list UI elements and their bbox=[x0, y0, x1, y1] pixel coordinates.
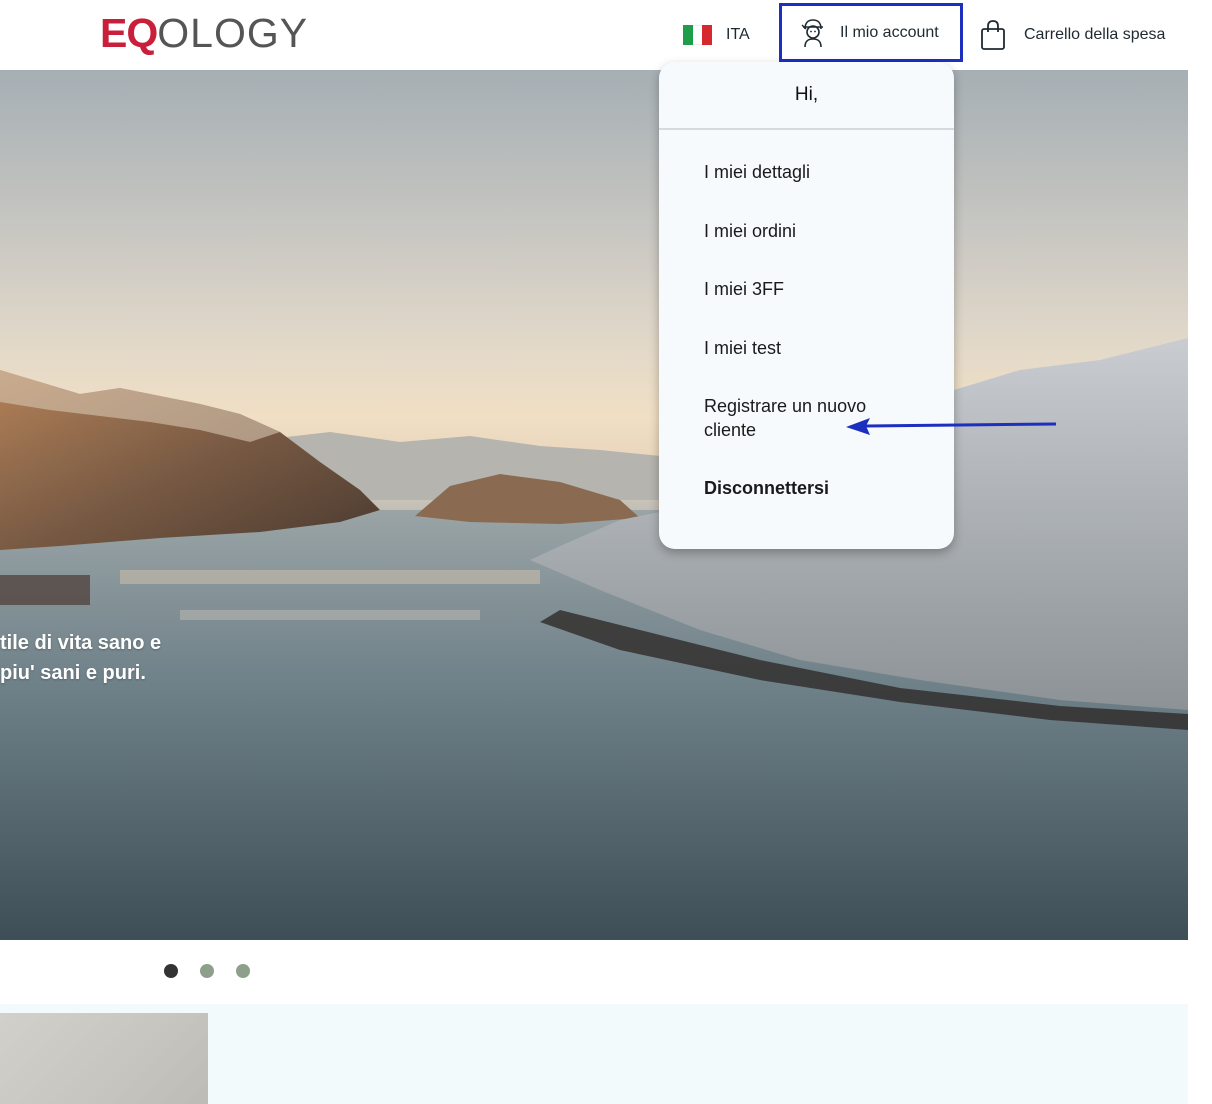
account-dropdown-menu: Hi, I miei dettagli I miei ordini I miei… bbox=[659, 62, 954, 549]
logo-ology: OLOGY bbox=[157, 9, 309, 56]
site-header: EQ OLOGY ITA Il mio account Carrello dell… bbox=[0, 0, 1212, 70]
italy-flag-icon bbox=[683, 25, 713, 45]
section-image bbox=[0, 1013, 208, 1104]
eqology-logo[interactable]: EQ OLOGY bbox=[100, 12, 308, 54]
my-account-button[interactable]: Il mio account bbox=[779, 3, 963, 62]
shopping-cart-link[interactable]: Carrello della spesa bbox=[980, 18, 1165, 52]
menu-item-my-tests[interactable]: I miei test bbox=[704, 336, 781, 360]
flag-white bbox=[692, 25, 703, 45]
menu-item-logout[interactable]: Disconnettersi bbox=[704, 476, 829, 500]
carousel-dot-1[interactable] bbox=[164, 964, 178, 978]
hero-tagline-line2: piu' sani e puri. bbox=[0, 662, 146, 684]
carousel-dot-3[interactable] bbox=[236, 964, 250, 978]
menu-item-my-details[interactable]: I miei dettagli bbox=[704, 160, 810, 184]
account-greeting: Hi, bbox=[659, 62, 954, 130]
language-selector[interactable]: ITA bbox=[683, 22, 750, 48]
language-label: ITA bbox=[726, 26, 750, 43]
carousel-pagination bbox=[164, 964, 250, 978]
hero-tagline: tile di vita sano e piu' sani e puri. bbox=[0, 628, 161, 688]
greeting-text: Hi, bbox=[794, 84, 819, 105]
logo-eq: EQ bbox=[100, 9, 158, 56]
flag-green bbox=[683, 25, 693, 45]
flag-red bbox=[702, 25, 713, 45]
hero-tagline-line1: tile di vita sano e bbox=[0, 632, 162, 654]
landscape-image bbox=[0, 338, 1188, 940]
carousel-dot-2[interactable] bbox=[200, 964, 214, 978]
left-shore bbox=[0, 575, 90, 605]
menu-item-my-3ff[interactable]: I miei 3FF bbox=[704, 277, 784, 301]
annotation-arrow-icon bbox=[846, 418, 1057, 435]
shopping-bag-icon bbox=[981, 20, 1005, 50]
my-account-label: Il mio account bbox=[840, 23, 939, 41]
menu-item-my-orders[interactable]: I miei ordini bbox=[704, 219, 796, 243]
water-reflection bbox=[120, 570, 540, 584]
cart-label: Carrello della spesa bbox=[1024, 26, 1166, 43]
user-avatar-icon bbox=[801, 18, 823, 47]
water-reflection-2 bbox=[180, 610, 480, 620]
hero-banner[interactable]: tile di vita sano e piu' sani e puri. bbox=[0, 70, 1188, 940]
